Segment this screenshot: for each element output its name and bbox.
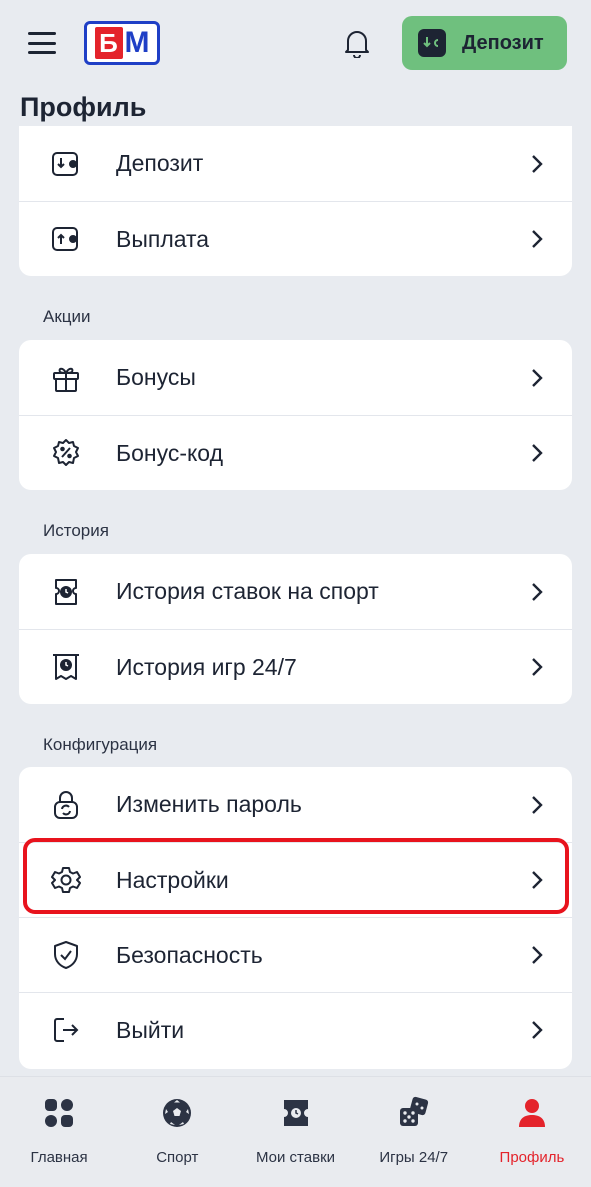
page-title: Профиль xyxy=(20,92,147,122)
menu-item-label: Безопасность xyxy=(116,941,263,968)
menu-item-bonuses[interactable]: Бонусы xyxy=(19,340,572,415)
chevron-right-icon xyxy=(532,582,543,601)
chevron-right-icon xyxy=(532,368,543,387)
config-card: Изменить пароль Настройки Безопасность В… xyxy=(19,767,572,1069)
menu-item-label: Бонусы xyxy=(116,364,196,390)
wallet-icon xyxy=(418,29,446,57)
promo-code-icon xyxy=(51,438,81,468)
top-bar-left: Б М xyxy=(28,21,160,65)
history-card: История ставок на спорт История игр 24/7 xyxy=(19,554,572,704)
menu-item-deposit[interactable]: Депозит xyxy=(19,126,572,201)
chevron-right-icon xyxy=(532,154,543,173)
nav-label: Игры 24/7 xyxy=(379,1149,449,1166)
gift-icon xyxy=(51,363,81,393)
chevron-right-icon xyxy=(532,444,543,462)
deposit-button-label: Депозит xyxy=(462,31,544,54)
logout-icon xyxy=(51,1015,81,1045)
user-icon xyxy=(514,1095,550,1131)
menu-item-label: Выплата xyxy=(116,225,210,252)
wallet-card: Депозит Выплата xyxy=(19,126,572,276)
menu-item-label: Бонус-код xyxy=(116,439,224,466)
promos-card: Бонусы Бонус-код xyxy=(19,340,572,490)
nav-label: Главная xyxy=(30,1149,88,1166)
section-title-config: Конфигурация xyxy=(43,735,158,754)
menu-item-game-history[interactable]: История игр 24/7 xyxy=(19,629,572,704)
chevron-right-icon xyxy=(532,871,543,889)
nav-item-games[interactable]: Игры 24/7 xyxy=(355,1077,473,1187)
chevron-right-icon xyxy=(532,795,543,814)
dice-icon xyxy=(396,1095,432,1131)
menu-item-withdraw[interactable]: Выплата xyxy=(19,201,572,276)
bottom-nav: Главная Спорт Мои ставки Игры 24/7 Профи… xyxy=(0,1076,591,1187)
menu-item-change-password[interactable]: Изменить пароль xyxy=(19,767,572,842)
gear-icon xyxy=(51,865,81,895)
nav-label: Профиль xyxy=(499,1149,565,1166)
bet-history-icon xyxy=(51,577,81,607)
withdraw-icon xyxy=(51,224,81,254)
lock-icon xyxy=(51,790,81,820)
nav-item-home[interactable]: Главная xyxy=(0,1077,118,1187)
menu-item-logout[interactable]: Выйти xyxy=(19,992,572,1067)
nav-label: Спорт xyxy=(156,1149,199,1166)
menu-item-label: Выйти xyxy=(116,1016,185,1043)
menu-item-security[interactable]: Безопасность xyxy=(19,917,572,992)
nav-label: Мои ставки xyxy=(256,1149,336,1166)
shield-icon xyxy=(51,940,81,970)
logo-letter-m: М xyxy=(124,26,150,59)
bell-icon[interactable] xyxy=(342,27,372,59)
nav-item-profile[interactable]: Профиль xyxy=(473,1077,591,1187)
soccer-ball-icon xyxy=(159,1095,195,1131)
chevron-right-icon xyxy=(532,1021,543,1039)
menu-item-label: Настройки xyxy=(116,866,229,893)
chevron-right-icon xyxy=(532,230,543,248)
menu-item-promo-code[interactable]: Бонус-код xyxy=(19,415,572,490)
deposit-button[interactable]: Депозит xyxy=(402,16,567,70)
home-grid-icon xyxy=(41,1095,77,1131)
section-title-promos: Акции xyxy=(43,307,91,326)
chevron-right-icon xyxy=(532,658,543,676)
menu-item-label: Депозит xyxy=(116,150,204,176)
menu-item-label: История ставок на спорт xyxy=(116,578,379,604)
logo-letter-b: Б xyxy=(94,27,123,59)
top-bar: Б М Депозит xyxy=(0,0,591,86)
logo[interactable]: Б М xyxy=(84,21,160,65)
chevron-right-icon xyxy=(532,946,543,964)
section-title-history: История xyxy=(43,521,109,540)
menu-item-label: Изменить пароль xyxy=(116,791,302,817)
top-bar-right: Депозит xyxy=(342,16,567,70)
menu-item-settings[interactable]: Настройки xyxy=(19,842,572,917)
menu-item-bet-history[interactable]: История ставок на спорт xyxy=(19,554,572,629)
menu-item-label: История игр 24/7 xyxy=(116,653,297,680)
ticket-icon xyxy=(278,1095,314,1131)
game-history-icon xyxy=(51,652,81,682)
deposit-icon xyxy=(51,149,81,179)
nav-item-sport[interactable]: Спорт xyxy=(118,1077,236,1187)
nav-item-my-bets[interactable]: Мои ставки xyxy=(236,1077,354,1187)
menu-icon[interactable] xyxy=(28,32,56,54)
